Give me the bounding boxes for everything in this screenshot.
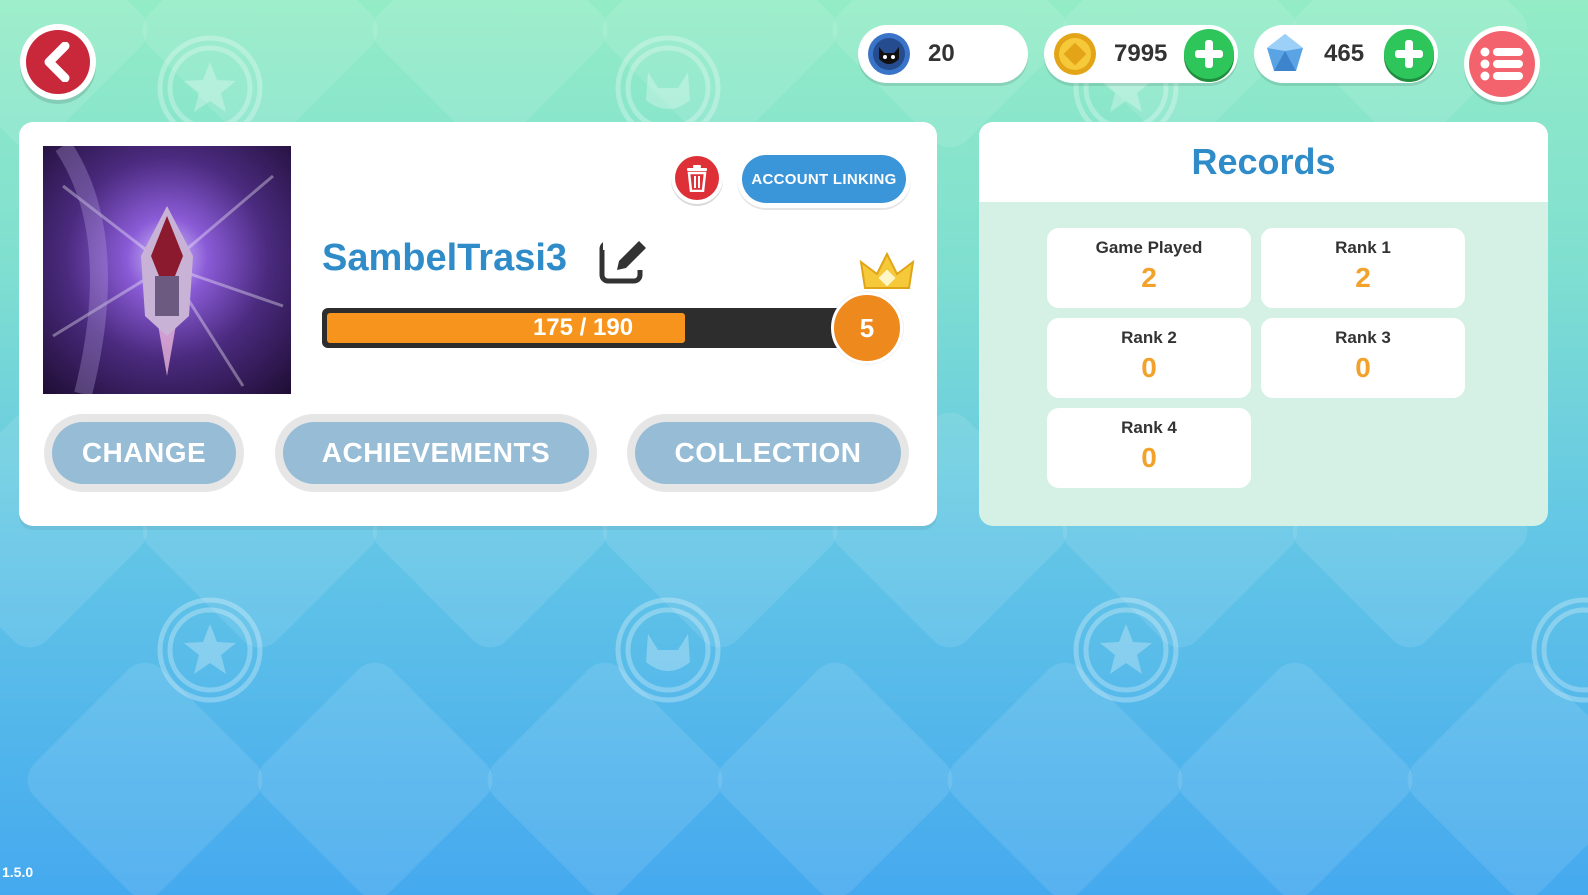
menu-button[interactable] xyxy=(1464,26,1540,102)
level-badge: 5 xyxy=(831,292,903,364)
record-value: 0 xyxy=(1141,352,1157,383)
achievements-label: ACHIEVEMENTS xyxy=(283,422,589,484)
avatar xyxy=(43,146,291,394)
records-header: Records xyxy=(979,122,1548,202)
record-label: Game Played xyxy=(1095,238,1203,257)
record-label: Rank 2 xyxy=(1121,328,1177,347)
record-rank-1: Rank 1 2 xyxy=(1261,228,1465,308)
add-gems-button[interactable] xyxy=(1384,29,1434,79)
record-label: Rank 1 xyxy=(1335,238,1391,257)
collection-button[interactable]: COLLECTION xyxy=(627,414,909,492)
xp-progress-bar: 175 / 190 xyxy=(322,308,844,348)
record-value: 2 xyxy=(1141,262,1157,293)
record-value: 2 xyxy=(1355,262,1371,293)
records-title: Records xyxy=(1191,141,1336,182)
record-label: Rank 4 xyxy=(1121,418,1177,437)
tickets-counter: 20 xyxy=(858,25,1028,83)
xp-progress-text: 175 / 190 xyxy=(532,314,634,341)
back-arrow-icon xyxy=(26,30,90,94)
coin-icon xyxy=(1054,33,1096,75)
delete-account-button[interactable] xyxy=(671,152,723,204)
tickets-value: 20 xyxy=(928,40,955,67)
gems-counter: 465 xyxy=(1254,25,1438,83)
edit-name-icon[interactable] xyxy=(599,236,649,286)
account-linking-label: ACCOUNT LINKING xyxy=(742,155,906,203)
record-rank-4: Rank 4 0 xyxy=(1047,408,1251,488)
trash-icon xyxy=(675,156,719,200)
record-rank-2: Rank 2 0 xyxy=(1047,318,1251,398)
record-rank-3: Rank 3 0 xyxy=(1261,318,1465,398)
record-game-played: Game Played 2 xyxy=(1047,228,1251,308)
achievements-button[interactable]: ACHIEVEMENTS xyxy=(275,414,597,492)
record-value: 0 xyxy=(1141,442,1157,473)
cat-token-icon xyxy=(868,33,910,75)
change-label: CHANGE xyxy=(52,422,236,484)
gems-value: 465 xyxy=(1324,40,1365,67)
version-label: 1.5.0 xyxy=(2,864,34,880)
record-label: Rank 3 xyxy=(1335,328,1391,347)
records-card: Records Game Played 2 Rank 1 2 Rank 2 0 … xyxy=(979,122,1548,526)
list-menu-icon xyxy=(1469,31,1535,97)
change-button[interactable]: CHANGE xyxy=(44,414,244,492)
add-coins-button[interactable] xyxy=(1184,29,1234,79)
coins-value: 7995 xyxy=(1114,40,1168,67)
profile-card: ACCOUNT LINKING SambelTrasi3 175 / 190 5… xyxy=(19,122,937,526)
diamond-icon xyxy=(1267,34,1303,71)
back-button[interactable] xyxy=(20,24,96,100)
collection-label: COLLECTION xyxy=(635,422,901,484)
account-linking-button[interactable]: ACCOUNT LINKING xyxy=(737,150,911,208)
username: SambelTrasi3 xyxy=(322,237,568,279)
coins-counter: 7995 xyxy=(1044,25,1238,83)
record-value: 0 xyxy=(1355,352,1371,383)
